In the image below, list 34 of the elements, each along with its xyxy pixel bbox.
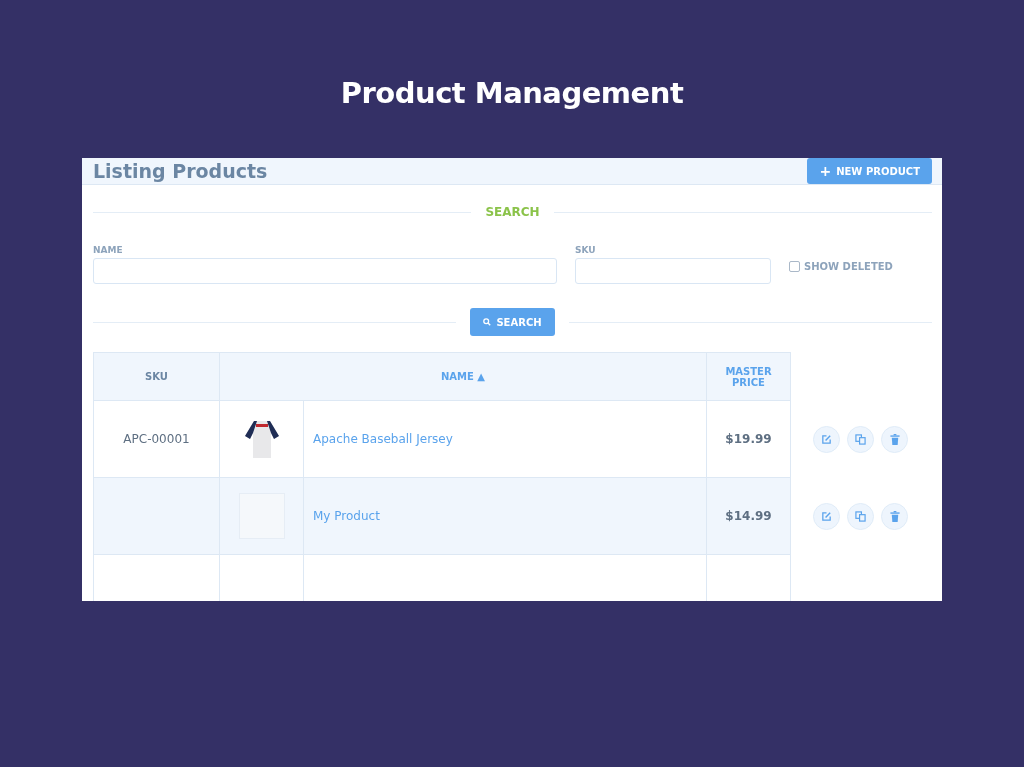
field-label: NAME — [93, 245, 124, 255]
search-heading: SEARCH — [485, 205, 540, 219]
input-field[interactable] — [575, 258, 771, 284]
edit-icon — [821, 510, 832, 522]
column-header[interactable]: MASTER PRICE — [706, 352, 791, 401]
clone-button[interactable] — [847, 425, 874, 453]
edit-button[interactable] — [813, 502, 840, 530]
show-deleted-checkbox[interactable]: SHOW DELETED — [789, 261, 893, 272]
page-title: Listing Products — [93, 160, 268, 182]
search-button[interactable]: SEARCH — [470, 308, 555, 336]
trash-icon — [889, 433, 900, 445]
price-cell: $14.99 — [706, 477, 791, 555]
slide-title: Product Management — [340, 76, 684, 110]
column-header[interactable]: NAME ▲ — [219, 352, 707, 401]
product-link[interactable]: My Product — [303, 477, 707, 555]
trash-icon — [889, 510, 900, 522]
search-icon — [483, 318, 492, 326]
price-cell: $19.99 — [706, 400, 791, 478]
delete-button[interactable] — [881, 502, 908, 530]
column-header[interactable]: SKU — [93, 352, 220, 401]
product-link[interactable]: Apache Baseball Jersey — [303, 400, 707, 478]
plus-icon: + — [819, 163, 832, 179]
copy-icon — [855, 433, 866, 445]
checkbox[interactable] — [789, 261, 800, 272]
jersey-photo — [242, 418, 281, 460]
edit-button[interactable] — [813, 425, 840, 453]
new-product-button[interactable]: + NEW PRODUCT — [807, 158, 932, 184]
sku-cell: APC-00001 — [93, 400, 220, 478]
input-field[interactable] — [93, 258, 557, 284]
copy-icon — [855, 510, 866, 522]
edit-icon — [821, 433, 832, 445]
delete-button[interactable] — [881, 425, 908, 453]
field-label: SKU — [575, 245, 597, 255]
clone-button[interactable] — [847, 502, 874, 530]
